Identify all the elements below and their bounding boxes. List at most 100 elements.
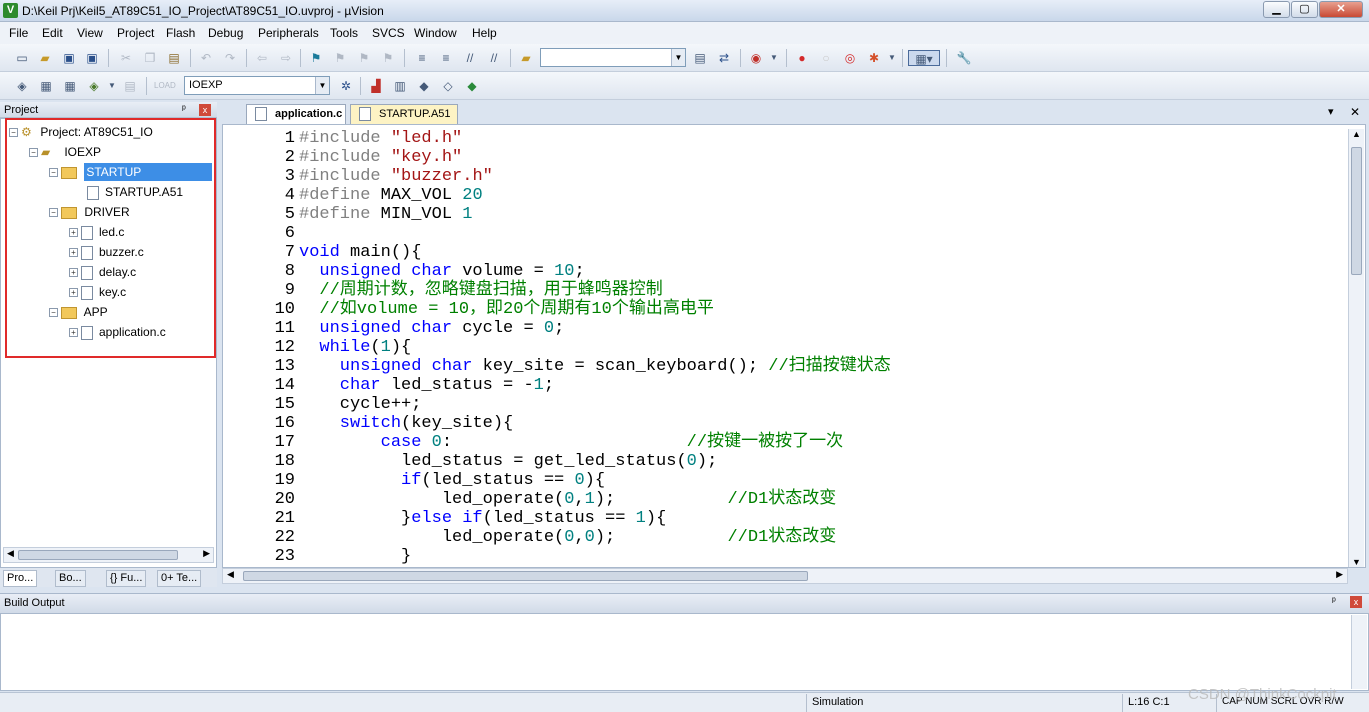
close-panel-icon[interactable]: x xyxy=(199,104,211,116)
disable-breakpoints-icon[interactable]: ◎ xyxy=(842,50,858,66)
debug-dropdown-icon[interactable]: ▼ xyxy=(766,50,782,66)
file-extensions-icon[interactable]: ▥ xyxy=(392,78,408,94)
kill-breakpoints-icon[interactable]: ✱ xyxy=(866,50,882,66)
pin-icon[interactable]: ᵖ xyxy=(182,104,186,115)
tab-list-dropdown-icon[interactable]: ▾ xyxy=(1328,105,1334,118)
tree-file[interactable]: + key.c xyxy=(69,283,126,301)
menu-tools[interactable]: Tools xyxy=(330,26,358,40)
tab-templates[interactable]: 0+ Te... xyxy=(157,570,202,587)
tree-file[interactable]: + delay.c xyxy=(69,263,136,281)
project-horizontal-scrollbar[interactable]: ◀ ▶ xyxy=(3,547,214,563)
insert-breakpoint-icon[interactable]: ● xyxy=(794,50,810,66)
window-layout-icon[interactable]: ▦▾ xyxy=(908,50,940,66)
collapse-icon[interactable]: − xyxy=(49,308,58,318)
menu-peripherals[interactable]: Peripherals xyxy=(258,26,319,40)
batch-build-icon[interactable]: ◈ xyxy=(86,78,102,94)
editor-vertical-scrollbar[interactable]: ▲ ▼ xyxy=(1348,129,1364,567)
menu-debug[interactable]: Debug xyxy=(208,26,243,40)
tree-group-app[interactable]: − APP xyxy=(49,303,108,321)
find-combo[interactable]: ▼ xyxy=(540,48,686,67)
batch-dropdown-icon[interactable]: ▼ xyxy=(104,78,120,94)
scroll-thumb[interactable] xyxy=(1351,147,1362,275)
close-window-button[interactable]: ✕ xyxy=(1319,1,1363,18)
menu-svcs[interactable]: SVCS xyxy=(372,26,405,40)
scroll-left-icon[interactable]: ◀ xyxy=(7,548,14,559)
collapse-icon[interactable]: − xyxy=(49,208,58,218)
pin-icon[interactable]: ᵖ xyxy=(1332,596,1336,607)
scroll-right-icon[interactable]: ▶ xyxy=(203,548,210,559)
uncomment-icon[interactable]: // xyxy=(486,50,502,66)
clear-bookmarks-icon[interactable]: ⚑ xyxy=(380,50,396,66)
tree-file[interactable]: + application.c xyxy=(69,323,166,341)
paste-icon[interactable]: ▤ xyxy=(166,50,182,66)
undo-icon[interactable]: ↶ xyxy=(198,50,214,66)
collapse-icon[interactable]: − xyxy=(29,148,38,158)
breakpoints-dropdown-icon[interactable]: ▼ xyxy=(884,50,900,66)
collapse-icon[interactable]: − xyxy=(49,168,58,178)
editor-horizontal-scrollbar[interactable]: ◀ ▶ xyxy=(222,568,1348,584)
find-icon[interactable]: ▤ xyxy=(692,50,708,66)
menu-file[interactable]: File xyxy=(9,26,28,40)
new-file-icon[interactable]: ▭ xyxy=(14,50,30,66)
unindent-icon[interactable]: ≡ xyxy=(438,50,454,66)
next-bookmark-icon[interactable]: ⚑ xyxy=(356,50,372,66)
tab-functions[interactable]: {} Fu... xyxy=(106,570,147,587)
select-packs-icon[interactable]: ◆ xyxy=(416,78,432,94)
cut-icon[interactable]: ✂ xyxy=(118,50,134,66)
scroll-down-icon[interactable]: ▼ xyxy=(1352,557,1361,567)
tab-startup-a51[interactable]: STARTUP.A51 xyxy=(350,104,458,124)
bookmark-icon[interactable]: ⚑ xyxy=(308,50,324,66)
expand-icon[interactable]: + xyxy=(69,228,78,238)
configure-icon[interactable]: 🔧 xyxy=(956,50,972,66)
save-icon[interactable]: ▣ xyxy=(61,50,77,66)
find-in-files-icon[interactable]: ▰ xyxy=(518,50,534,66)
tree-file[interactable]: STARTUP.A51 xyxy=(87,183,183,201)
manage-rte-icon[interactable]: ◇ xyxy=(440,78,456,94)
close-tab-icon[interactable]: ✕ xyxy=(1350,105,1360,119)
tab-project[interactable]: Pro... xyxy=(3,570,38,587)
save-all-icon[interactable]: ▣ xyxy=(84,50,100,66)
incremental-find-icon[interactable]: ⇄ xyxy=(716,50,732,66)
tree-file[interactable]: + led.c xyxy=(69,223,124,241)
build-vertical-scrollbar[interactable] xyxy=(1351,615,1367,689)
redo-icon[interactable]: ↷ xyxy=(222,50,238,66)
expand-icon[interactable]: + xyxy=(69,328,78,338)
scroll-right-icon[interactable]: ▶ xyxy=(1336,569,1343,580)
menu-help[interactable]: Help xyxy=(472,26,497,40)
menu-window[interactable]: Window xyxy=(414,26,457,40)
comment-icon[interactable]: // xyxy=(462,50,478,66)
tree-file[interactable]: + buzzer.c xyxy=(69,243,144,261)
code-editor[interactable]: 1 #include "led.h" 2 #include "key.h" 3 #incl… xyxy=(222,124,1366,568)
rebuild-icon[interactable]: ▦ xyxy=(62,78,78,94)
tree-project-root[interactable]: − ⚙ Project: AT89C51_IO xyxy=(9,123,153,141)
menu-flash[interactable]: Flash xyxy=(166,26,195,40)
stop-build-icon[interactable]: ▤ xyxy=(122,78,138,94)
enable-breakpoint-icon[interactable]: ○ xyxy=(818,50,834,66)
tree-group-driver[interactable]: − DRIVER xyxy=(49,203,130,221)
translate-icon[interactable]: ◈ xyxy=(14,78,30,94)
minimize-button[interactable]: ▁ xyxy=(1263,1,1290,18)
menu-project[interactable]: Project xyxy=(117,26,154,40)
target-options-icon[interactable]: ✲ xyxy=(338,78,354,94)
maximize-button[interactable]: ▢ xyxy=(1291,1,1318,18)
tree-group-startup[interactable]: − STARTUP xyxy=(49,163,215,181)
close-panel-icon[interactable]: x xyxy=(1350,596,1362,608)
copy-icon[interactable]: ❐ xyxy=(142,50,158,66)
menu-view[interactable]: View xyxy=(77,26,103,40)
navigate-forward-icon[interactable]: ⇨ xyxy=(278,50,294,66)
expand-icon[interactable]: + xyxy=(69,268,78,278)
scroll-thumb[interactable] xyxy=(18,550,178,560)
navigate-back-icon[interactable]: ⇦ xyxy=(254,50,270,66)
menu-edit[interactable]: Edit xyxy=(42,26,63,40)
tree-target[interactable]: − ▰ IOEXP xyxy=(29,143,101,161)
expand-icon[interactable]: + xyxy=(69,248,78,258)
build-icon[interactable]: ▦ xyxy=(38,78,54,94)
indent-icon[interactable]: ≡ xyxy=(414,50,430,66)
open-folder-icon[interactable]: ▰ xyxy=(37,50,53,66)
collapse-icon[interactable]: − xyxy=(9,128,18,138)
prev-bookmark-icon[interactable]: ⚑ xyxy=(332,50,348,66)
download-icon[interactable]: LOAD xyxy=(154,78,176,94)
build-output-pane[interactable] xyxy=(0,613,1369,691)
debug-session-icon[interactable]: ◉ xyxy=(748,50,764,66)
scroll-up-icon[interactable]: ▲ xyxy=(1352,129,1361,139)
